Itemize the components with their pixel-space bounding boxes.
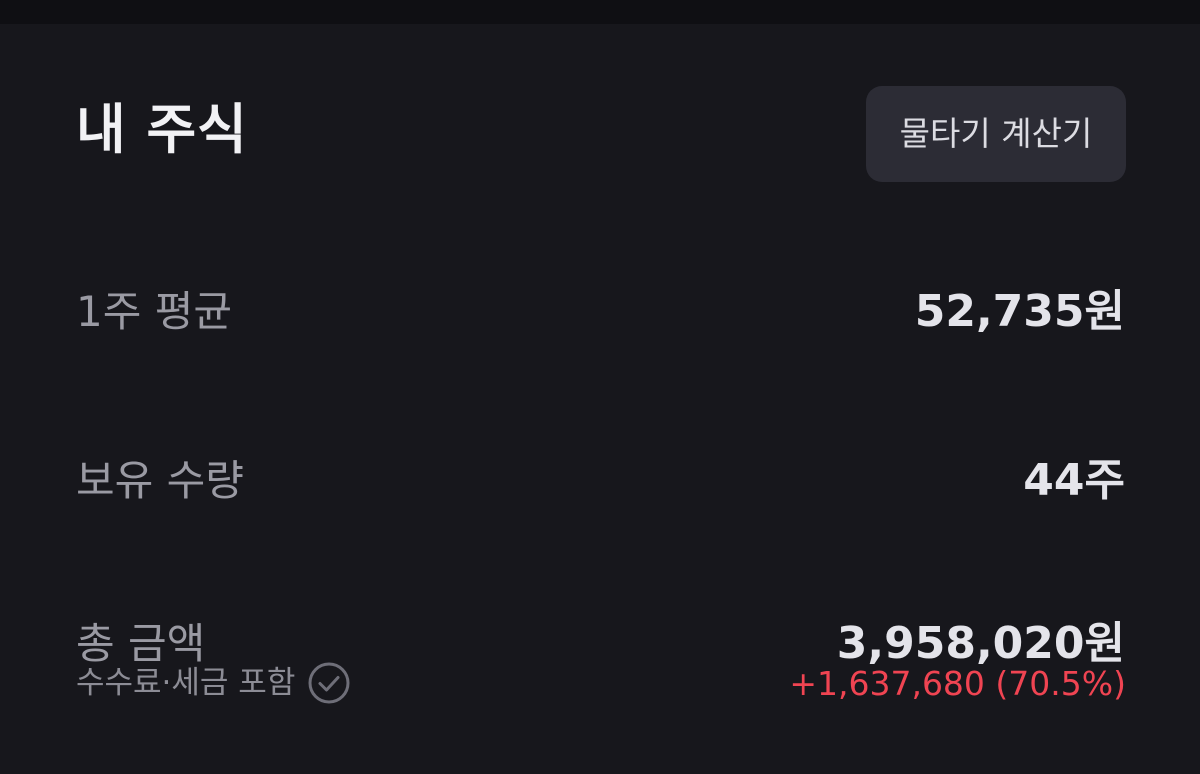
profit-value: +1,637,680 (70.5%) (789, 664, 1126, 703)
quantity-label: 보유 수량 (76, 456, 244, 505)
section-title: 내 주식 (76, 98, 248, 161)
fee-note-row[interactable]: 수수료·세금 포함 (76, 661, 351, 705)
check-circle-icon[interactable] (307, 661, 351, 705)
top-bar (0, 0, 1200, 24)
averaging-calculator-button[interactable]: 물타기 계산기 (866, 86, 1126, 182)
fee-note-text: 수수료·세금 포함 (76, 665, 296, 701)
quantity-value: 44주 (1023, 455, 1125, 506)
avg-price-label: 1주 평균 (76, 287, 232, 336)
avg-price-value: 52,735원 (914, 286, 1125, 337)
